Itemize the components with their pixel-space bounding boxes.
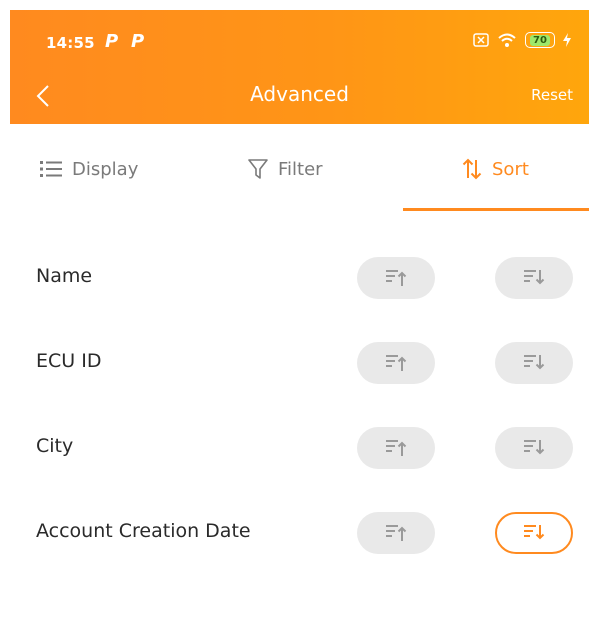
wifi-icon [498, 33, 516, 47]
tab-bar: Display Filter Sort [10, 124, 589, 214]
sort-ascending-icon [386, 355, 407, 371]
sort-row-ecu-id: ECU ID [0, 342, 589, 384]
tab-display[interactable]: Display [40, 154, 138, 184]
status-time: 14:55 [46, 34, 95, 52]
reset-button[interactable]: Reset [531, 86, 573, 104]
tab-filter[interactable]: Filter [248, 154, 323, 184]
sort-ascending-button[interactable] [357, 257, 435, 299]
battery-level: 70 [530, 34, 550, 46]
sort-ascending-icon [386, 525, 407, 541]
sort-row-name: Name [0, 257, 589, 299]
charging-icon [563, 33, 571, 47]
notification-p-icon: P [105, 31, 119, 52]
sort-row-label: Name [36, 265, 93, 287]
tab-sort[interactable]: Sort [462, 154, 529, 184]
sort-row-account-creation-date: Account Creation Date [0, 512, 589, 554]
sort-ascending-icon [386, 270, 407, 286]
sort-arrows-icon [462, 158, 482, 180]
sort-descending-button[interactable] [495, 427, 573, 469]
sort-descending-icon [524, 525, 545, 540]
sort-descending-button[interactable] [495, 342, 573, 384]
sort-row-label: Account Creation Date [36, 520, 251, 542]
sort-row-label: ECU ID [36, 350, 102, 372]
sim-off-icon [473, 33, 489, 47]
sort-descending-button[interactable] [495, 257, 573, 299]
sort-descending-icon [524, 270, 545, 285]
app-header: 14:55 P P 70 Advanced Reset [10, 10, 589, 124]
sort-ascending-button[interactable] [357, 427, 435, 469]
sort-row-city: City [0, 427, 589, 469]
sort-ascending-button[interactable] [357, 512, 435, 554]
sort-row-label: City [36, 435, 74, 457]
sort-ascending-button[interactable] [357, 342, 435, 384]
tab-display-label: Display [72, 158, 139, 180]
sort-descending-icon [524, 440, 545, 455]
tab-sort-label: Sort [492, 158, 529, 180]
sort-descending-icon [524, 355, 545, 370]
page-title: Advanced [250, 82, 349, 106]
active-tab-indicator [403, 208, 589, 211]
notification-p-icon: P [131, 31, 145, 52]
funnel-icon [248, 159, 268, 179]
status-icons: 70 [473, 32, 571, 48]
sort-descending-button-selected[interactable] [495, 512, 573, 554]
sort-ascending-icon [386, 440, 407, 456]
battery-icon: 70 [525, 32, 555, 48]
tab-filter-label: Filter [278, 158, 323, 180]
list-icon [40, 161, 62, 177]
